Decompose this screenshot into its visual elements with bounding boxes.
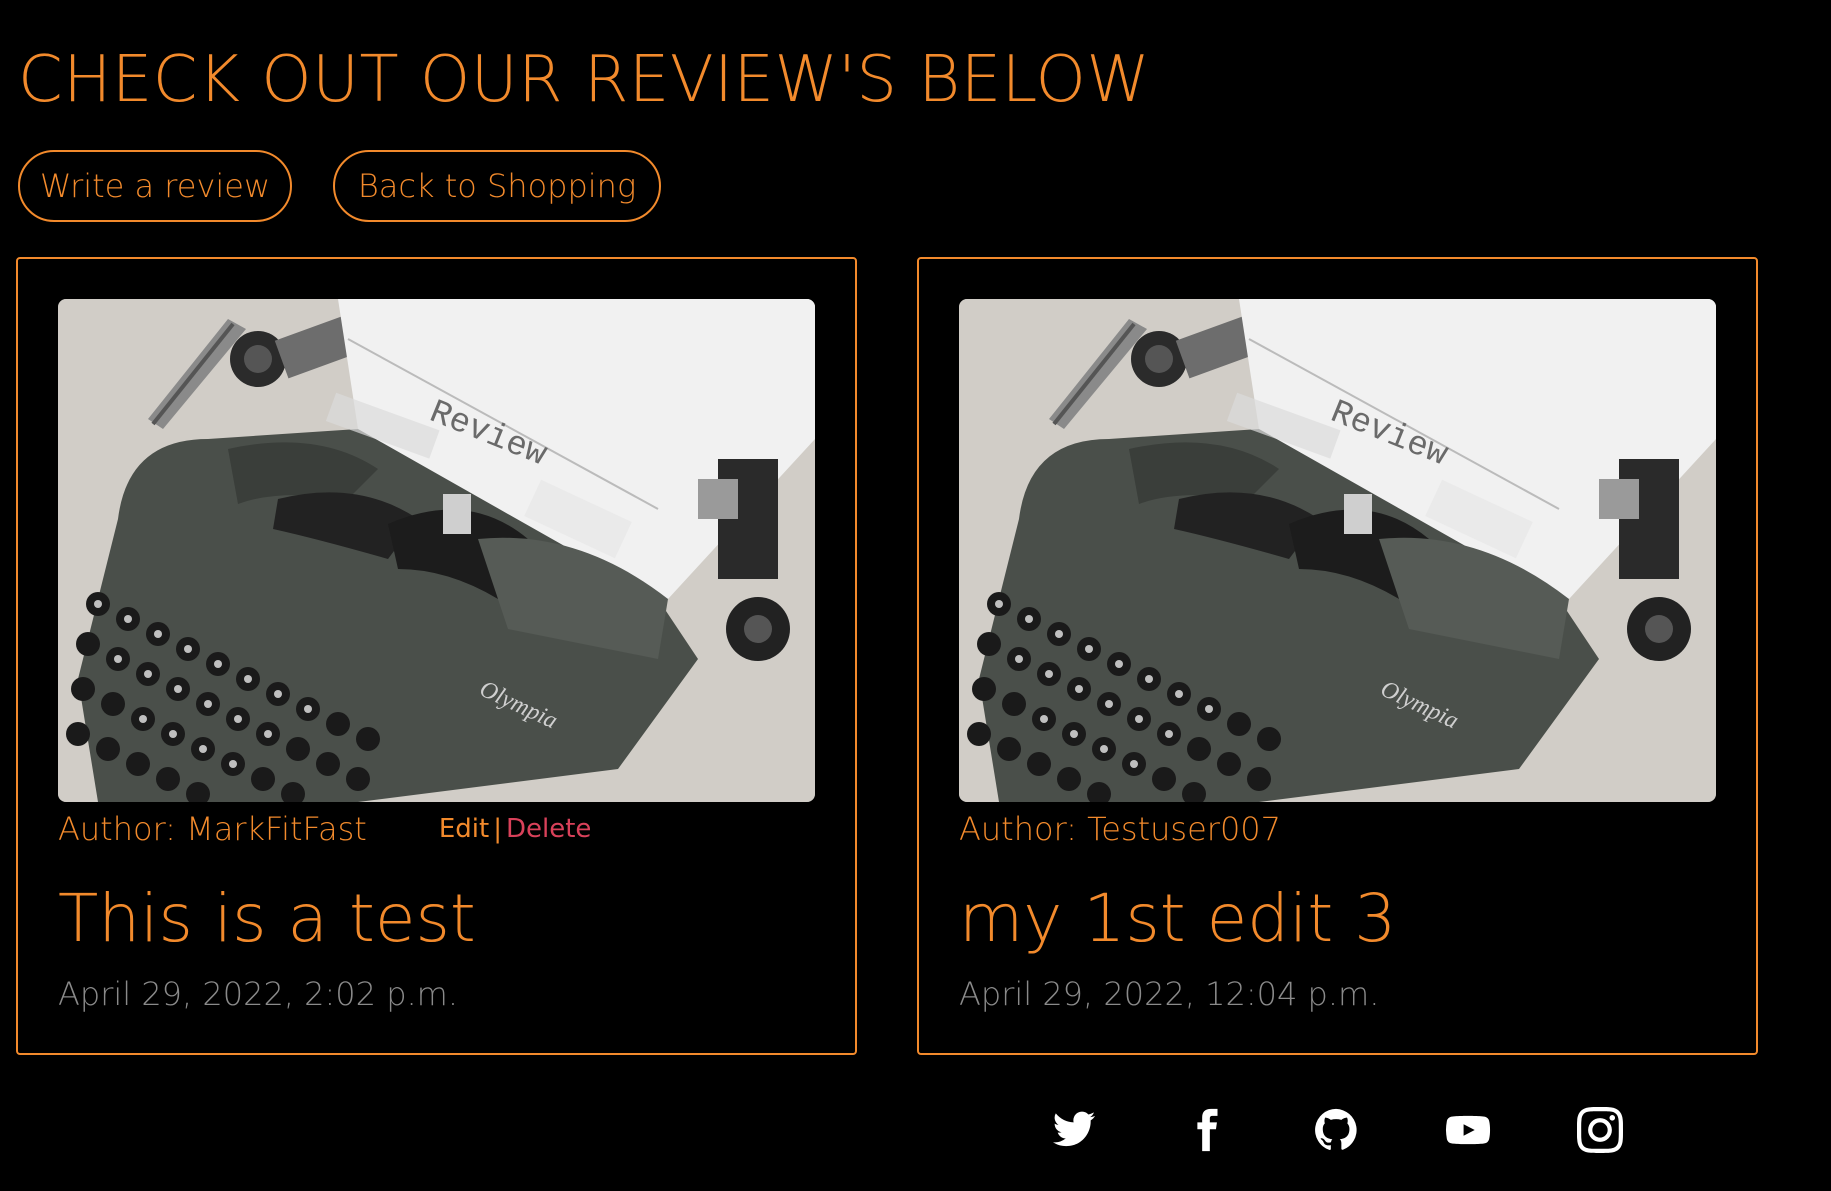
review-actions: Edit | Delete	[439, 814, 592, 844]
write-review-button[interactable]: Write a review	[18, 150, 292, 222]
page-title: CHECK OUT OUR REVIEW'S BELOW	[18, 43, 1151, 117]
page: CHECK OUT OUR REVIEW'S BELOW Write a rev…	[0, 0, 1831, 1191]
review-meta: Author: MarkFitFast Edit | Delete	[58, 807, 591, 851]
review-title: This is a test	[58, 880, 476, 957]
back-to-shopping-button[interactable]: Back to Shopping	[333, 150, 661, 222]
review-author: Author: Testuser007	[959, 810, 1282, 848]
review-image: Review Olympia	[58, 299, 815, 802]
review-title: my 1st edit 3	[959, 880, 1397, 957]
review-card: Review Olympia Author: MarkFitFast Edit |…	[16, 257, 857, 1055]
review-meta: Author: Testuser007	[959, 807, 1281, 851]
instagram-icon[interactable]	[1570, 1105, 1630, 1155]
review-card: Review Olympia Author: Testuser007 my 1s…	[917, 257, 1758, 1055]
github-icon[interactable]	[1306, 1105, 1366, 1155]
delete-review-link[interactable]: Delete	[506, 814, 591, 844]
review-date: April 29, 2022, 2:02 p.m.	[58, 975, 459, 1013]
review-author: Author: MarkFitFast	[58, 810, 367, 848]
action-separator: |	[493, 814, 502, 844]
review-date: April 29, 2022, 12:04 p.m.	[959, 975, 1380, 1013]
youtube-icon[interactable]	[1438, 1105, 1498, 1155]
twitter-icon[interactable]	[1044, 1105, 1104, 1155]
edit-review-link[interactable]: Edit	[439, 814, 489, 844]
review-image: Review Olympia	[959, 299, 1716, 802]
facebook-icon[interactable]	[1176, 1105, 1236, 1155]
